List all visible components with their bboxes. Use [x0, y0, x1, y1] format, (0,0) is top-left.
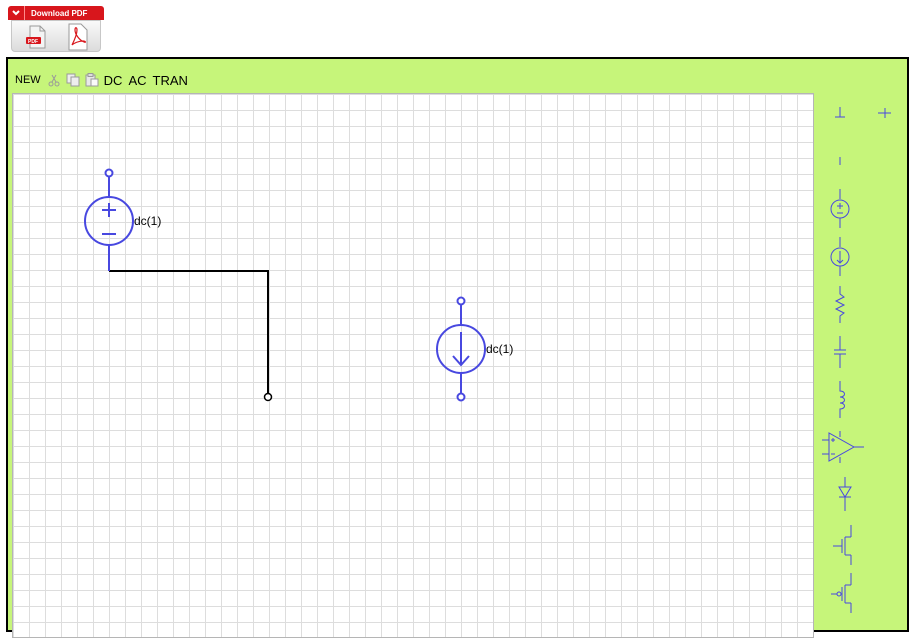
new-button[interactable]: NEW — [15, 74, 41, 86]
schematic-editor: NEW DC AC TRAN dc(1) dc(1) — [6, 57, 909, 638]
wire[interactable] — [109, 270, 269, 393]
component-palette — [814, 93, 909, 633]
capacitor-icon[interactable] — [834, 336, 846, 368]
pmos-icon[interactable] — [831, 573, 852, 613]
download-pdf-panel: PDF — [11, 20, 101, 52]
schematic-canvas[interactable]: dc(1) dc(1) — [12, 93, 814, 638]
resistor-icon[interactable] — [834, 286, 846, 323]
dc-analysis-button[interactable]: DC — [104, 73, 123, 88]
paste-icon[interactable] — [85, 73, 99, 87]
svg-text:PDF: PDF — [28, 39, 38, 45]
voltage-source[interactable] — [84, 168, 134, 272]
diode-icon[interactable] — [838, 477, 852, 511]
wire-endpoint[interactable] — [263, 392, 273, 402]
current-source[interactable] — [436, 296, 486, 402]
download-pdf-label: Download PDF — [31, 8, 88, 18]
inductor-icon[interactable] — [839, 381, 845, 418]
download-pdf-button[interactable]: Download PDF — [8, 6, 104, 20]
ac-analysis-button[interactable]: AC — [128, 73, 146, 88]
tran-analysis-button[interactable]: TRAN — [153, 73, 188, 88]
node-connection-icon[interactable] — [878, 108, 891, 118]
chevron-down-icon — [8, 6, 25, 20]
current-source-value[interactable]: dc(1) — [486, 342, 513, 356]
acrobat-icon[interactable] — [66, 23, 90, 56]
voltage-source-value[interactable]: dc(1) — [134, 214, 161, 228]
current-source-icon[interactable] — [830, 237, 850, 276]
nmos-icon[interactable] — [833, 525, 852, 565]
op-amp-icon[interactable] — [822, 431, 864, 463]
toolbar: NEW DC AC TRAN — [15, 72, 194, 88]
ground-icon[interactable] — [835, 107, 845, 118]
copy-icon[interactable] — [66, 73, 80, 87]
pdf-file-icon[interactable]: PDF — [24, 24, 50, 55]
voltage-source-icon[interactable] — [830, 189, 850, 228]
cut-icon[interactable] — [47, 73, 61, 87]
